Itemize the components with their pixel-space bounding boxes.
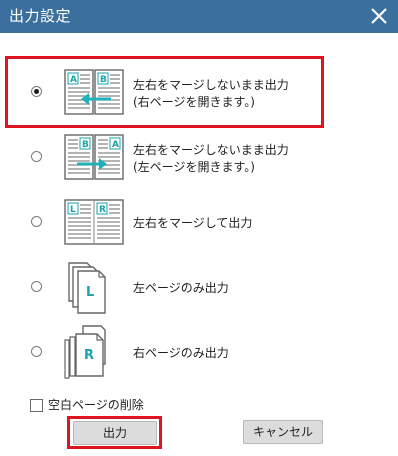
radio-merge-pages[interactable] bbox=[31, 216, 42, 227]
option-left-page-only[interactable]: L 左ページのみ出力 bbox=[17, 257, 317, 319]
right-page-only-icon: R bbox=[64, 325, 106, 379]
merge-none-left-icon: B A bbox=[64, 134, 124, 180]
svg-text:B: B bbox=[100, 75, 107, 85]
svg-text:A: A bbox=[70, 75, 77, 85]
option-label: 左ページのみ出力 bbox=[133, 281, 229, 295]
option-no-merge-open-left[interactable]: B A 左右をマージしないまま出力 (左ページを開きます。) bbox=[17, 127, 317, 189]
delete-blank-pages-checkbox[interactable] bbox=[30, 398, 43, 412]
output-button[interactable]: 出力 bbox=[73, 421, 157, 445]
svg-text:L: L bbox=[86, 285, 94, 300]
option-no-merge-open-right[interactable]: A B 左右をマージしないまま出力 (右ページを開きます。) bbox=[17, 62, 317, 124]
merge-none-right-icon: A B bbox=[64, 69, 124, 115]
option-label: 右ページのみ出力 bbox=[133, 346, 229, 360]
merge-pages-icon: L R bbox=[64, 199, 124, 245]
svg-text:R: R bbox=[84, 348, 94, 363]
cancel-button[interactable]: キャンセル bbox=[243, 420, 323, 444]
close-icon[interactable] bbox=[370, 7, 388, 25]
option-label-line2: (左ページを開きます。) bbox=[133, 160, 255, 174]
option-label-line1: 左右をマージしないまま出力 bbox=[133, 78, 289, 92]
svg-text:L: L bbox=[70, 205, 76, 215]
radio-right-page-only[interactable] bbox=[31, 346, 42, 357]
svg-text:A: A bbox=[112, 140, 119, 150]
svg-text:B: B bbox=[82, 140, 89, 150]
option-label: 左右をマージして出力 bbox=[133, 216, 253, 230]
svg-text:R: R bbox=[99, 205, 106, 215]
delete-blank-pages-row[interactable]: 空白ページの削除 bbox=[30, 398, 144, 412]
radio-no-merge-open-left[interactable] bbox=[31, 151, 42, 162]
option-label-line1: 左右をマージしないまま出力 bbox=[133, 143, 289, 157]
delete-blank-pages-label: 空白ページの削除 bbox=[48, 398, 144, 412]
dialog-title: 出力設定 bbox=[9, 7, 72, 25]
title-bar: 出力設定 bbox=[0, 0, 398, 33]
radio-no-merge-open-right[interactable] bbox=[31, 86, 42, 97]
radio-left-page-only[interactable] bbox=[31, 281, 42, 292]
option-right-page-only[interactable]: R 右ページのみ出力 bbox=[17, 322, 317, 384]
left-page-only-icon: L bbox=[68, 262, 106, 314]
option-label-line2: (右ページを開きます。) bbox=[133, 95, 255, 109]
option-merge-pages[interactable]: L R 左右をマージして出力 bbox=[17, 192, 317, 254]
